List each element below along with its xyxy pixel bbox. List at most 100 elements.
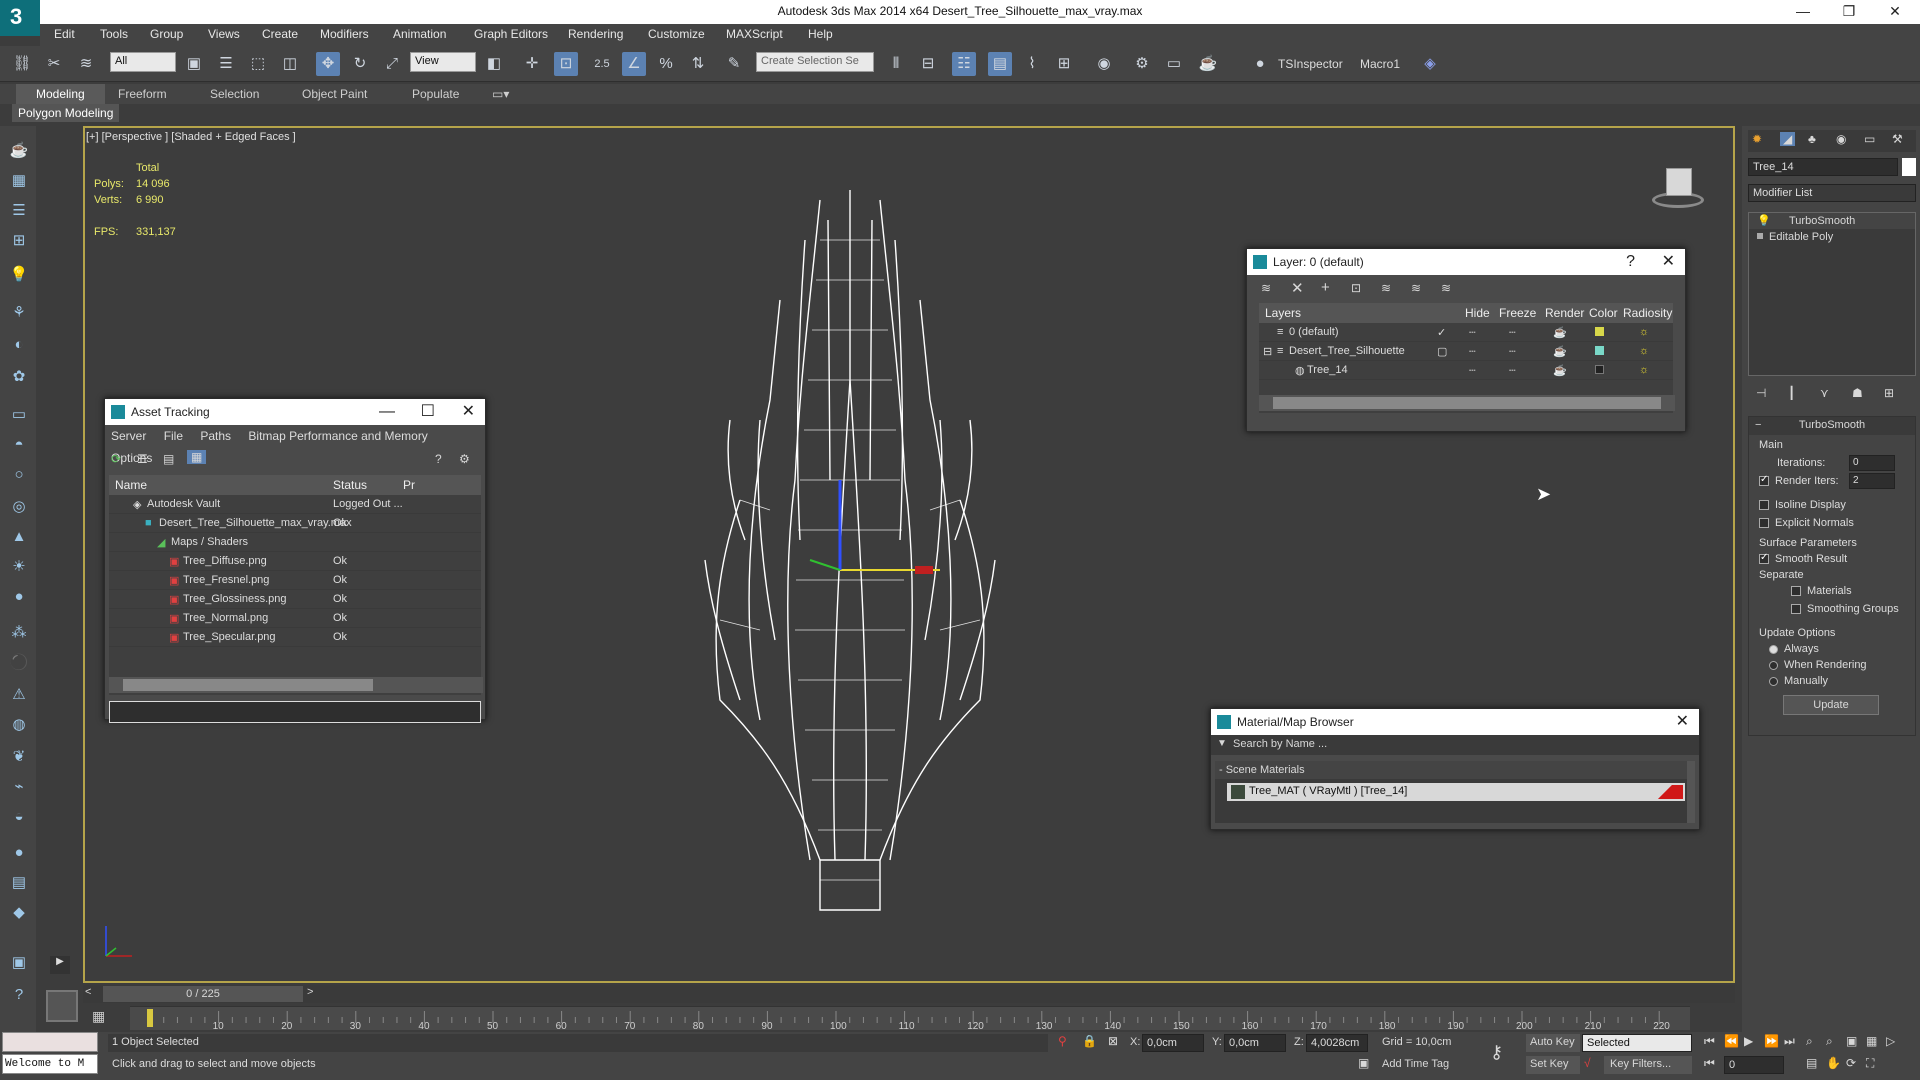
torus-icon[interactable]: ◎ [8, 496, 30, 518]
select-in-layer-icon[interactable]: ⊡ [1351, 281, 1361, 295]
selection-filter-dropdown[interactable]: All [110, 52, 176, 72]
reactor-icon[interactable]: ✿ [8, 366, 30, 388]
field-of-view-icon[interactable]: ▷ [1886, 1034, 1895, 1048]
col-hide[interactable]: Hide [1465, 306, 1490, 320]
collapse-icon[interactable]: ⊟ [1263, 345, 1272, 358]
menu-create[interactable]: Create [262, 27, 298, 41]
layer-checkbox-icon[interactable]: ▢ [1437, 345, 1447, 358]
asset-tracking-titlebar[interactable]: Asset Tracking ☐ — ✕ [105, 399, 485, 425]
mirror-icon[interactable]: ⫴ [884, 52, 908, 76]
material-browser-titlebar[interactable]: Material/Map Browser ✕ [1211, 709, 1699, 735]
cylinder-icon[interactable]: ◓ [8, 434, 30, 456]
menu-file[interactable]: File [164, 429, 183, 443]
unlink-icon[interactable]: ✂ [42, 52, 66, 76]
smoothing-groups-checkbox[interactable] [1791, 604, 1801, 615]
material-vscrollbar[interactable] [1687, 761, 1695, 823]
stack-item-turbosmooth[interactable]: 💡 TurboSmooth [1749, 213, 1915, 229]
angle-snap-icon[interactable]: ∠ [622, 52, 646, 76]
link-icon[interactable]: ⛓ [10, 52, 34, 76]
restore-button[interactable]: ❐ [1826, 0, 1872, 24]
maximize-icon[interactable]: ☐ [421, 399, 435, 425]
pivot-center-icon[interactable]: ◧ [482, 52, 506, 76]
menu-animation[interactable]: Animation [393, 27, 446, 41]
camera-icon[interactable]: ◐ [8, 334, 30, 356]
asset-row[interactable]: ▣ Tree_Glossiness.png Ok [109, 590, 481, 609]
bulb-icon[interactable]: 💡 [1757, 214, 1771, 227]
list-icon[interactable]: ☰ [137, 452, 148, 466]
key-mode-dropdown[interactable]: Selected [1582, 1034, 1692, 1052]
render-iters-spinner[interactable]: 2 [1849, 473, 1895, 489]
motion-tab-icon[interactable]: ◉ [1836, 132, 1846, 146]
bones-icon[interactable]: ⚠ [8, 684, 30, 706]
box-icon[interactable]: ▭ [8, 404, 30, 426]
rect-selection-icon[interactable]: ⬚ [246, 52, 270, 76]
render-setup-icon[interactable]: ⚙ [1130, 52, 1154, 76]
menu-maxscript[interactable]: MAXScript [726, 27, 783, 41]
current-frame-field[interactable]: 0 [1724, 1056, 1784, 1074]
shader-icon[interactable]: ◆ [8, 902, 30, 924]
time-slider[interactable]: < 0 / 225 > [83, 985, 1735, 1003]
freeze-toggle[interactable]: ┄ [1509, 326, 1516, 339]
viewport-thumbnail[interactable] [46, 990, 78, 1022]
keyboard-shortcut-icon[interactable]: ⊡ [554, 52, 578, 76]
col-color[interactable]: Color [1589, 306, 1618, 320]
graphite-toggle-icon[interactable]: ▤ [988, 52, 1012, 76]
explicit-normals-checkbox[interactable] [1759, 518, 1769, 529]
asset-row[interactable]: ◢ Maps / Shaders [109, 533, 481, 552]
ref-coord-dropdown[interactable]: View [410, 52, 476, 72]
layer-dialog-titlebar[interactable]: Layer: 0 (default) ? ✕ [1247, 249, 1685, 275]
minimize-button[interactable]: — [1780, 0, 1826, 24]
prev-frame-icon[interactable]: < [85, 986, 91, 998]
refresh-icon[interactable]: ⟳ [111, 452, 121, 466]
menu-rendering[interactable]: Rendering [568, 27, 623, 41]
next-key-icon[interactable]: ⏩ [1764, 1034, 1779, 1048]
y-coordinate-field[interactable]: 0,0cm [1224, 1034, 1286, 1052]
asset-row[interactable]: ◈ Autodesk Vault Logged Out ... [109, 495, 481, 514]
when-rendering-radio[interactable] [1769, 660, 1778, 670]
macro1-label[interactable]: Macro1 [1360, 57, 1400, 71]
collapse-icon[interactable]: − [1755, 419, 1761, 431]
help-icon[interactable]: ? [8, 984, 30, 1006]
isolate-pin-icon[interactable]: ⚲ [1058, 1034, 1067, 1048]
orbit-icon[interactable]: ⟳ [1846, 1056, 1856, 1070]
col-radiosity[interactable]: Radiosity [1623, 306, 1672, 320]
tree-wireframe[interactable] [700, 180, 1000, 940]
select-by-name-icon[interactable]: ☰ [214, 52, 238, 76]
particle-icon[interactable]: ⚘ [8, 302, 30, 324]
freeze-all-icon[interactable]: ≋ [1441, 281, 1451, 295]
z-coordinate-field[interactable]: 4,0028cm [1306, 1034, 1368, 1052]
new-layer-icon[interactable]: ≋ [1261, 281, 1271, 295]
curve-editor-icon[interactable]: ⌇ [1020, 52, 1044, 76]
zoom-icon[interactable]: ⌕ [1806, 1034, 1813, 1049]
close-button[interactable]: ✕ [1872, 0, 1918, 24]
create-tab-icon[interactable]: ✹ [1752, 132, 1762, 146]
asset-row[interactable]: ▣ Tree_Diffuse.png Ok [109, 552, 481, 571]
material-item[interactable]: Tree_MAT ( VRayMtl ) [Tree_14] [1227, 783, 1685, 801]
auto-key-button[interactable]: Auto Key [1526, 1034, 1580, 1052]
time-tag-icon[interactable]: ▣ [1358, 1056, 1369, 1070]
play-icon[interactable]: ▶ [1744, 1034, 1753, 1048]
select-scale-icon[interactable]: ⤢ [380, 52, 404, 76]
physics-icon[interactable]: ⚫ [8, 652, 30, 674]
teapot-icon[interactable]: ☕ [8, 140, 30, 162]
layer-manager-icon[interactable]: ☷ [952, 52, 976, 76]
show-end-result-icon[interactable]: ┃ [1788, 386, 1795, 400]
render-icon[interactable]: ▦ [8, 170, 30, 192]
layers-icon[interactable]: ☰ [8, 200, 30, 222]
hierarchy-tab-icon[interactable]: ♣ [1808, 132, 1816, 146]
tsinspector-label[interactable]: TSInspector [1278, 57, 1343, 71]
explorer-icon[interactable]: ⊞ [8, 230, 30, 252]
utilities-tab-icon[interactable]: ⚒ [1892, 132, 1903, 146]
scatter-icon[interactable]: ⁂ [8, 622, 30, 644]
highlight-layer-icon[interactable]: ≋ [1381, 281, 1391, 295]
go-to-end-icon[interactable]: ⏭ [1784, 1034, 1795, 1049]
menu-bitmap-performance[interactable]: Bitmap Performance and Memory [248, 429, 427, 443]
menu-views[interactable]: Views [208, 27, 240, 41]
asset-row[interactable]: ■ Desert_Tree_Silhouette_max_vray.max Ok [109, 514, 481, 533]
render-iters-checkbox[interactable] [1759, 474, 1769, 487]
edit-named-sel-icon[interactable]: ✎ [722, 52, 746, 76]
asset-path-field[interactable] [109, 701, 481, 723]
image-list-icon[interactable]: ▤ [163, 452, 174, 466]
menu-edit[interactable]: Edit [54, 27, 75, 41]
dropdown-arrow-icon[interactable]: ▼ [1217, 738, 1227, 749]
